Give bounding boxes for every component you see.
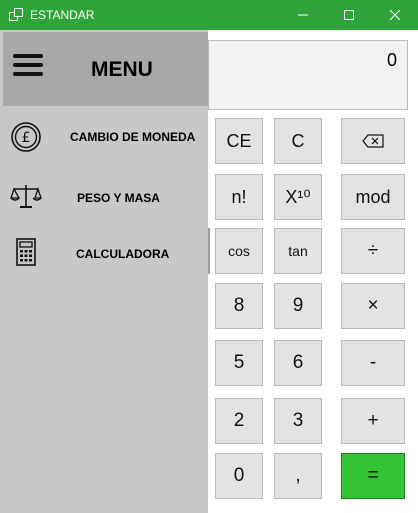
digit-5-button[interactable]: 5 [215,340,263,386]
digit-2-button[interactable]: 2 [215,398,263,444]
menu-item-label: PESO Y MASA [77,191,160,205]
menu-item-label: CAMBIO DE MONEDA [70,130,196,144]
menu-item-label: CALCULADORA [76,247,170,261]
minimize-button[interactable] [280,0,326,30]
factorial-button[interactable]: n! [215,174,263,220]
menu-item-weight-mass[interactable]: PESO Y MASA [0,173,208,219]
window-title: ESTANDAR [30,8,95,22]
side-menu: MENU £ CAMBIO DE MONEDA PESO Y MASA CALC… [0,30,208,513]
digit-3-button[interactable]: 3 [274,398,322,444]
backspace-button[interactable] [341,118,405,164]
menu-item-currency-exchange[interactable]: £ CAMBIO DE MONEDA [0,114,208,160]
minus-button[interactable]: - [341,340,405,386]
tan-button[interactable]: tan [274,228,322,274]
digit-6-button[interactable]: 6 [274,340,322,386]
svg-text:£: £ [22,130,31,146]
cos-button[interactable]: cos [215,228,263,274]
backspace-icon [362,134,384,148]
maximize-button[interactable] [326,0,372,30]
display: 0 [208,40,408,110]
app-icon [9,8,23,21]
plus-button[interactable]: + [341,398,405,444]
menu-item-calculator[interactable]: CALCULADORA [0,229,208,275]
digit-9-button[interactable]: 9 [274,283,322,329]
pow10-button[interactable]: X¹⁰ [274,174,322,220]
display-value: 0 [386,50,397,70]
divide-button[interactable]: ÷ [341,228,405,274]
menu-header: MENU [3,32,208,106]
title-bar: ESTANDAR [0,0,418,30]
hamburger-menu-icon[interactable] [13,54,45,78]
clear-button[interactable]: C [274,118,322,164]
digit-0-button[interactable]: 0 [215,453,263,499]
scale-icon [10,185,42,208]
digit-8-button[interactable]: 8 [215,283,263,329]
calculator-icon [16,238,36,266]
equals-button[interactable]: = [341,453,405,499]
maximize-icon [344,10,354,20]
mod-button[interactable]: mod [341,174,405,220]
comma-button[interactable]: , [274,453,322,499]
pound-coin-icon: £ [11,122,41,152]
clear-entry-button[interactable]: CE [215,118,263,164]
multiply-button[interactable]: × [341,283,405,329]
menu-title: MENU [91,58,153,81]
close-button[interactable] [372,0,418,30]
close-icon [390,10,400,20]
menu-divider [208,228,210,274]
minimize-icon [298,14,308,16]
